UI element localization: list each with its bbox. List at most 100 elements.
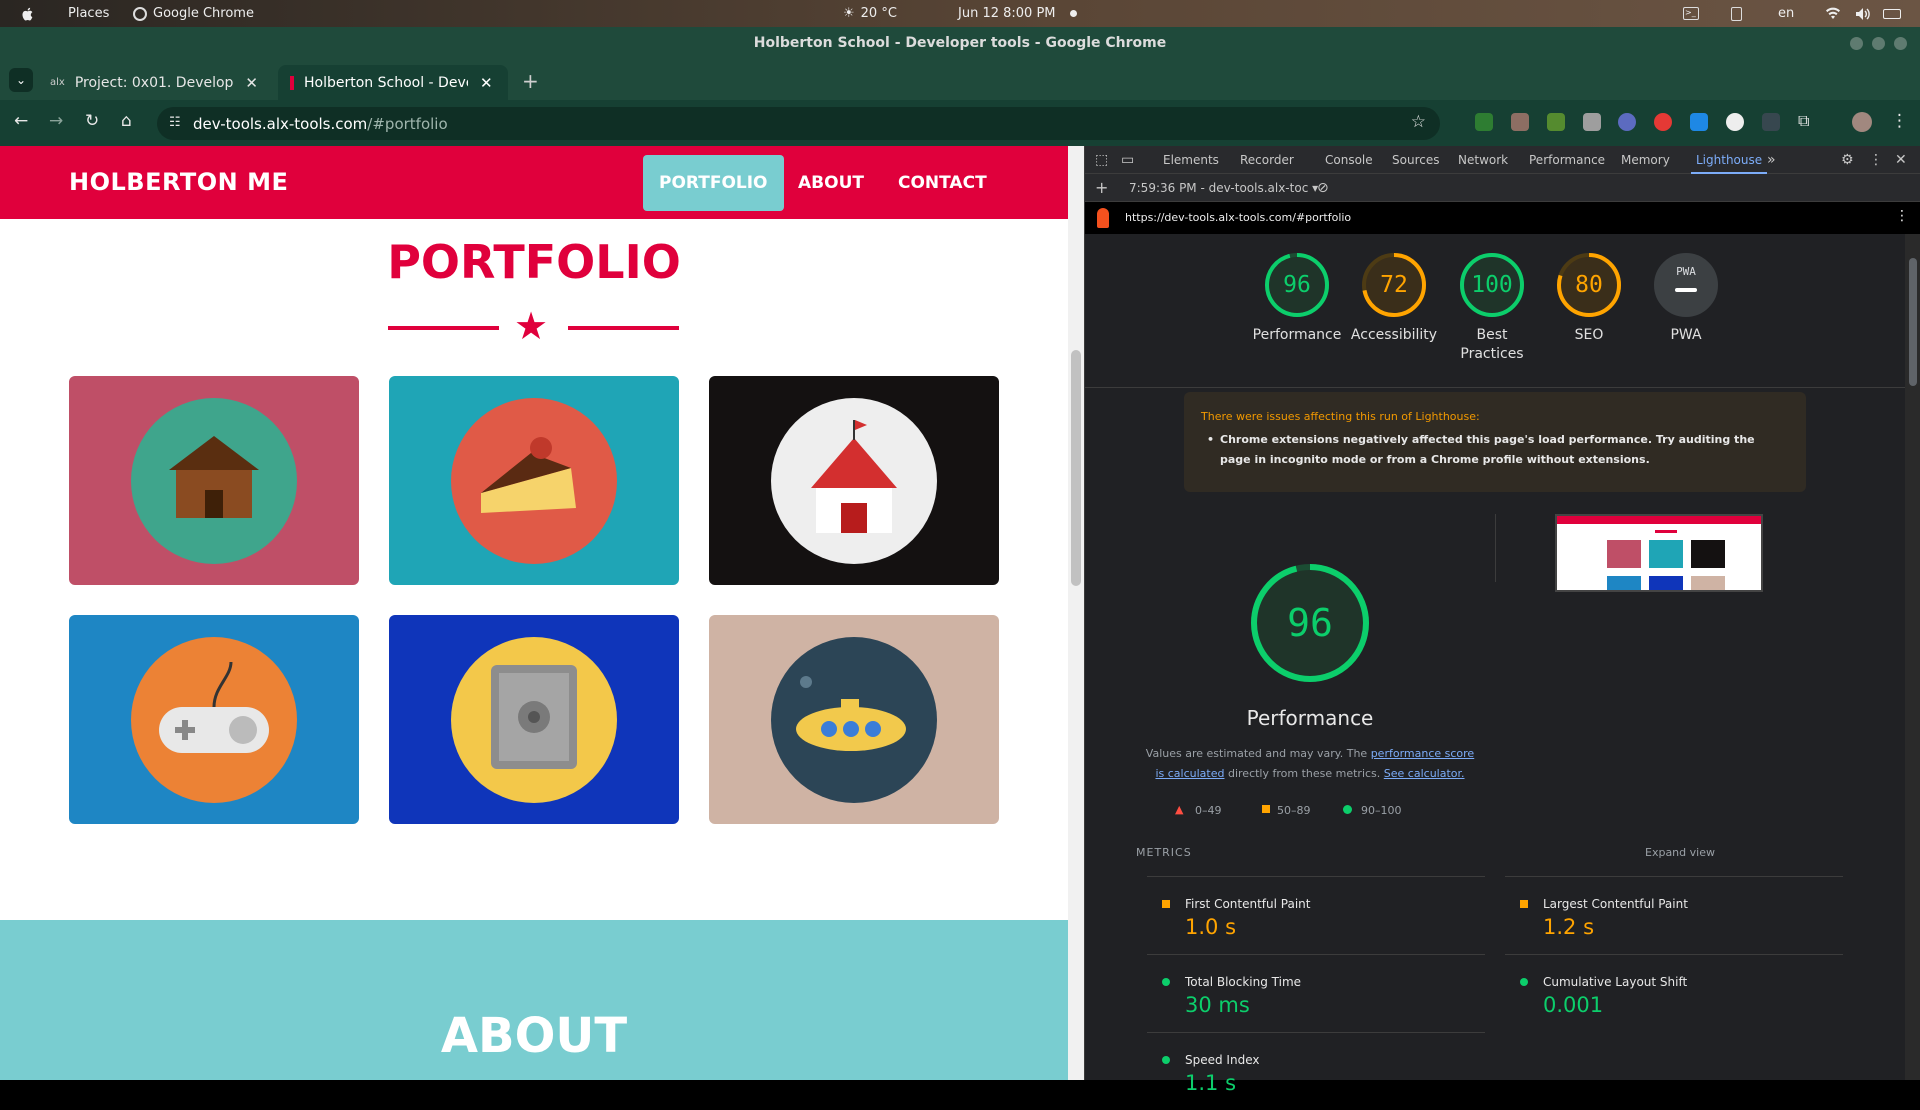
legend-fail: 0–49 [1195,804,1222,817]
tab-title: Project: 0x01. Developer tools [74,74,234,91]
tab-holberton[interactable]: Holberton School - Developer tools ✕ [278,65,508,100]
vertical-divider [1495,514,1496,582]
clock[interactable]: Jun 12 8:00 PM [958,0,1056,27]
inspect-element-icon[interactable]: ⬚ [1095,146,1108,174]
close-tab-icon[interactable]: ✕ [245,74,258,92]
window-title-bar: Holberton School - Developer tools - Goo… [0,27,1920,59]
active-app-menu[interactable]: Google Chrome [133,0,254,27]
average-square-icon [1162,900,1170,908]
translate-extension-icon[interactable] [1690,113,1708,131]
page-screenshot-thumbnail[interactable] [1555,514,1763,592]
back-arrow-icon[interactable]: ← [14,111,28,131]
clock-label: Jun 12 8:00 PM [958,6,1056,21]
close-devtools-icon[interactable]: ✕ [1895,146,1907,174]
notification-dot-icon [1070,0,1077,27]
terminal-tray-icon[interactable]: >_ [1683,0,1699,27]
holberton-favicon-icon [290,75,294,90]
language-indicator[interactable]: en [1778,0,1794,27]
report-select[interactable]: 7:59:36 PM - dev-tools.alx-toc ▾ [1129,174,1318,202]
tab-project[interactable]: alx Project: 0x01. Developer tools ✕ [38,65,270,100]
report-url[interactable]: https://dev-tools.alx-tools.com/#portfol… [1125,211,1351,224]
section-divider [1085,387,1905,388]
score-label: Accessibility [1350,327,1438,343]
extension-icon[interactable] [1762,113,1780,131]
portfolio-card[interactable] [389,376,679,585]
nav-contact[interactable]: CONTACT [882,155,1003,211]
expand-view-button[interactable]: Expand view [1645,846,1715,859]
note-text: Values are estimated and may vary. The [1145,747,1371,760]
extensions-puzzle-icon[interactable]: ⧉ [1798,111,1809,131]
metric-item: First Contentful Paint 1.0 s [1147,876,1485,954]
close-window-button[interactable] [1894,37,1907,50]
devtools-tab-network[interactable]: Network [1458,146,1508,174]
new-report-icon[interactable]: + [1095,174,1108,202]
address-bar[interactable]: ☷ dev-tools.alx-tools.com/#portfolio ☆ [157,107,1440,140]
forward-arrow-icon[interactable]: → [49,111,63,131]
devtools-scrollbar-thumb[interactable] [1909,258,1917,386]
wifi-icon[interactable] [1825,0,1841,27]
reload-icon[interactable]: ↻ [85,111,99,131]
portfolio-card[interactable] [709,615,999,824]
sun-icon: ☀ [843,6,855,21]
language-label: en [1778,6,1795,21]
about-heading: ABOUT [440,1008,628,1064]
profile-avatar[interactable] [1852,112,1872,132]
portfolio-card[interactable] [69,376,359,585]
extension-icon[interactable] [1726,113,1744,131]
device-toolbar-icon[interactable]: ▭ [1121,146,1134,174]
volume-icon[interactable] [1855,0,1871,27]
home-icon[interactable]: ⌂ [121,111,132,131]
clipboard-tray-icon[interactable] [1731,0,1742,27]
score-label: Performance [1252,327,1342,343]
extension-icon[interactable] [1475,113,1493,131]
extension-icon[interactable] [1618,113,1636,131]
devtools-tab-elements[interactable]: Elements [1163,146,1219,174]
maximize-button[interactable] [1872,37,1885,50]
nav-portfolio[interactable]: PORTFOLIO [643,155,784,211]
devtools-tab-memory[interactable]: Memory [1621,146,1670,174]
circus-tent-icon [771,398,937,564]
devtools-menu-icon[interactable]: ⋮ [1869,146,1883,174]
apple-icon[interactable] [20,0,36,27]
site-info-icon[interactable]: ☷ [169,115,181,130]
window-title: Holberton School - Developer tools - Goo… [753,35,1167,51]
extension-icon[interactable] [1547,113,1565,131]
devtools-scrollbar[interactable] [1905,234,1920,1080]
score-label: PWA [1670,327,1702,343]
bookmark-star-icon[interactable]: ☆ [1411,112,1426,132]
clear-report-icon[interactable]: ⊘ [1317,174,1329,202]
devtools-tab-bar: ⬚ ▭ Elements Recorder Console Sources Ne… [1085,146,1920,174]
extension-icon[interactable] [1654,113,1672,131]
devtools-tab-performance[interactable]: Performance [1529,146,1605,174]
tab-search-chevron-icon[interactable]: ⌄ [9,68,33,92]
weather-indicator[interactable]: ☀ 20 °C [843,0,897,27]
devtools-tab-console[interactable]: Console [1325,146,1373,174]
devtools-tab-sources[interactable]: Sources [1392,146,1439,174]
performance-note: Values are estimated and may vary. The p… [1145,744,1475,784]
portfolio-card[interactable] [389,615,679,824]
portfolio-card[interactable] [69,615,359,824]
devtools-tab-recorder[interactable]: Recorder [1240,146,1294,174]
note-text: directly from these metrics. [1224,767,1384,780]
page-scrollbar[interactable] [1068,146,1084,1080]
page-scrollbar-thumb[interactable] [1071,350,1081,586]
performance-score-large: 96 [1287,601,1333,645]
new-tab-icon[interactable]: + [522,69,539,93]
battery-icon[interactable] [1883,0,1901,27]
site-brand[interactable]: HOLBERTON ME [69,168,288,196]
report-menu-icon[interactable]: ⋮ [1895,208,1909,224]
nav-about[interactable]: ABOUT [782,155,880,211]
portfolio-card[interactable] [709,376,999,585]
bullet-icon: • [1207,433,1215,446]
see-calculator-link[interactable]: See calculator. [1384,767,1465,780]
more-tabs-icon[interactable]: » [1767,146,1776,174]
places-menu[interactable]: Places [68,0,109,27]
metric-name: Total Blocking Time [1185,975,1302,989]
close-tab-icon[interactable]: ✕ [480,74,493,92]
extension-icon[interactable] [1583,113,1601,131]
minimize-button[interactable] [1850,37,1863,50]
chrome-menu-icon[interactable]: ⋮ [1891,111,1908,131]
settings-gear-icon[interactable]: ⚙ [1841,146,1854,174]
extension-icon[interactable] [1511,113,1529,131]
devtools-tab-lighthouse[interactable]: Lighthouse [1691,146,1768,174]
